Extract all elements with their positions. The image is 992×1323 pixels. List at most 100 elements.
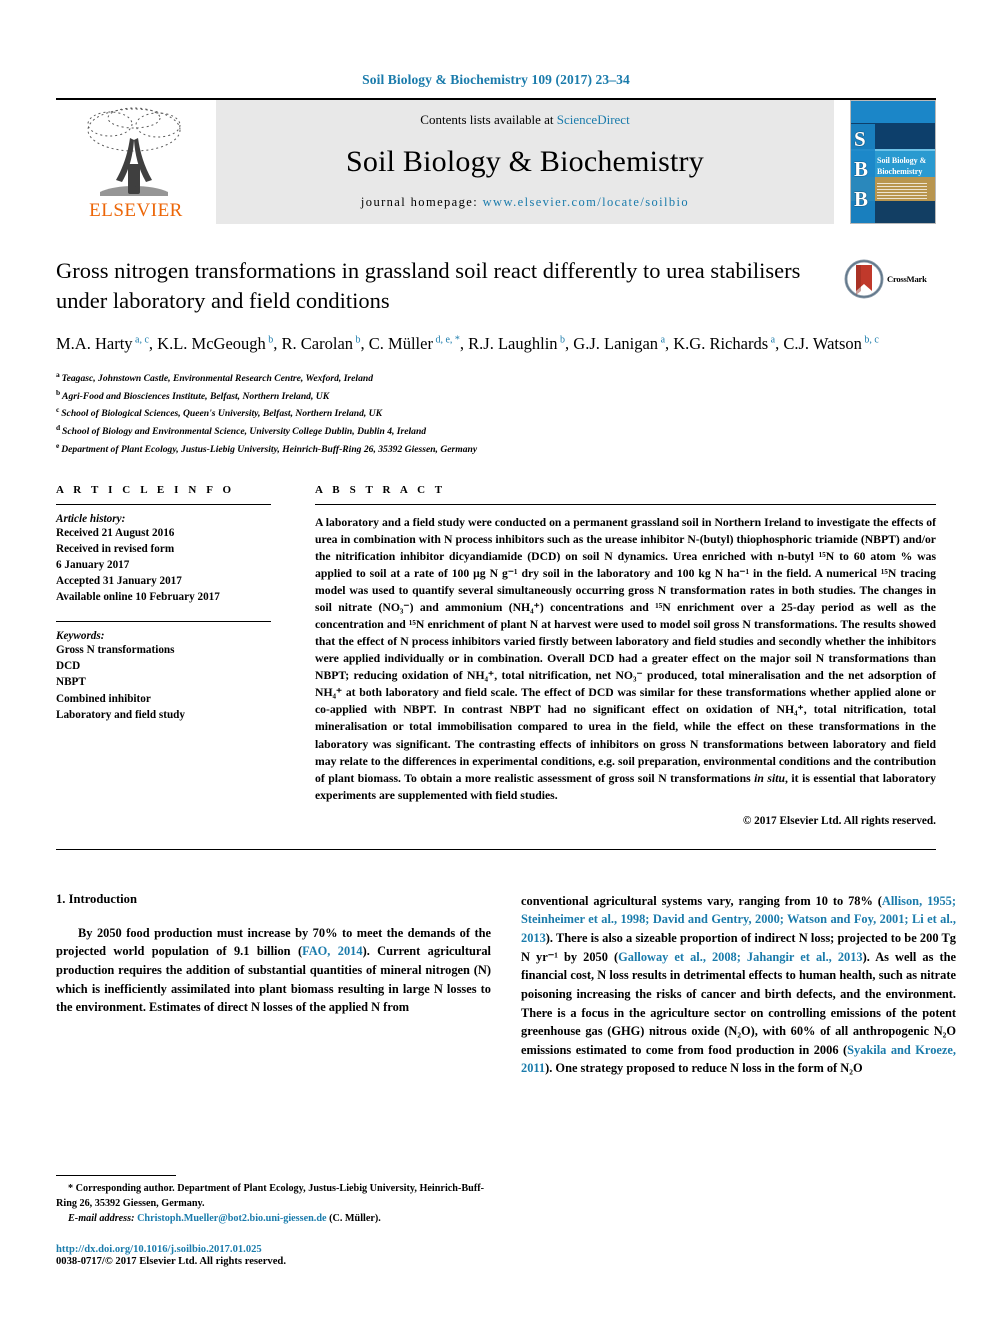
cover-journal-title-line2: Biochemistry (877, 167, 923, 176)
homepage-label: journal homepage: (360, 195, 483, 209)
footnote-rule (56, 1175, 176, 1177)
author-affiliation-mark: a (658, 334, 666, 346)
keyword-item: Gross N transformations (56, 644, 175, 657)
introduction-paragraph-right: conventional agricultural systems vary, … (521, 893, 957, 1076)
doi-link[interactable]: http://dx.doi.org/10.1016/j.soilbio.2017… (56, 1244, 491, 1255)
citation-link[interactable]: Allison, 1955; Steinheimer et al., 1998;… (521, 894, 956, 945)
citation-link[interactable]: Syakila and Kroeze, 2011 (521, 1043, 956, 1076)
author-name: C.J. Watson (783, 334, 862, 354)
journal-masthead: ELSEVIER Contents lists available at Sci… (56, 98, 936, 224)
author-affiliation-mark: a (768, 334, 776, 346)
journal-homepage-line: journal homepage: www.elsevier.com/locat… (361, 195, 689, 210)
homepage-url-link[interactable]: www.elsevier.com/locate/soilbio (483, 195, 689, 209)
abstract-column: A B S T R A C T A laboratory and a field… (315, 484, 936, 827)
affiliation-item: c School of Biological Sciences, Queen's… (56, 404, 936, 422)
keywords-list: Gross N transformations DCD NBPT Combined i… (56, 642, 271, 723)
author-affiliation-mark: b (557, 334, 566, 346)
article-history-item: Received 21 August 2016 (56, 526, 175, 539)
article-history-item: Accepted 31 January 2017 (56, 574, 182, 587)
affiliation-list: a Teagasc, Johnstown Castle, Environment… (56, 369, 936, 458)
affiliation-item: b Agri-Food and Biosciences Institute, B… (56, 387, 936, 405)
body-column-right: conventional agricultural systems vary, … (521, 892, 956, 1078)
author-affiliation-mark: b (265, 334, 274, 346)
info-abstract-section: A R T I C L E I N F O Article history: R… (56, 484, 936, 827)
article-history-item: Available online 10 February 2017 (56, 591, 220, 604)
body-columns: 1. Introduction By 2050 food production … (56, 892, 956, 1078)
cover-letter-b1: B (854, 157, 869, 181)
article-history-list: Received 21 August 2016 Received in revis… (56, 525, 271, 606)
article-history-item: 6 January 2017 (56, 558, 130, 571)
cover-letter-s: S (854, 127, 866, 151)
article-info-column: A R T I C L E I N F O Article history: R… (56, 484, 271, 827)
corresponding-author-note: * Corresponding author. Department of Pl… (56, 1183, 484, 1210)
contents-line: Contents lists available at ScienceDirec… (420, 112, 629, 128)
cover-letter-b2: B (854, 187, 869, 211)
cover-journal-title-line1: Soil Biology & (877, 156, 927, 165)
author-name: K.L. McGeough (157, 334, 266, 354)
article-info-rule (56, 503, 271, 505)
cover-text-lines (877, 183, 927, 201)
journal-title: Soil Biology & Biochemistry (346, 144, 704, 178)
article-history-item: Received in revised form (56, 542, 175, 555)
section-divider (56, 848, 936, 850)
citation-link[interactable]: Galloway et al., 2008; Jahangir et al., … (618, 950, 863, 964)
affiliation-text: School of Biology and Environmental Scie… (62, 426, 427, 438)
author-affiliation-mark: d, e, * (432, 334, 460, 346)
keywords-label: Keywords: (56, 630, 105, 643)
crossmark-icon (844, 259, 884, 299)
author-name: G.J. Lanigan (573, 334, 659, 354)
title-block: Gross nitrogen transformations in grassl… (56, 256, 936, 458)
author-affiliation-mark: b (353, 334, 361, 346)
affiliation-item: d School of Biology and Environmental Sc… (56, 422, 936, 440)
author-name: M.A. Harty (56, 334, 133, 354)
abstract-copyright: © 2017 Elsevier Ltd. All rights reserved… (742, 814, 936, 827)
keyword-item: DCD (56, 660, 81, 673)
latin-phrase: in situ (754, 771, 785, 785)
doi-block: http://dx.doi.org/10.1016/j.soilbio.2017… (56, 1244, 491, 1267)
journal-cover-thumbnail: S B B Soil Biology & Biochemistry (850, 100, 936, 224)
author-name: K.G. Richards (673, 334, 769, 354)
cover-band-top (851, 101, 935, 123)
article-history-label: Article history: (56, 512, 126, 525)
abstract-rule (315, 503, 936, 505)
page-title: Gross nitrogen transformations in grassl… (56, 258, 801, 313)
affiliation-text: School of Biological Sciences, Queen's U… (61, 408, 382, 420)
email-link[interactable]: Christoph.Mueller@bot2.bio.uni-giessen.d… (137, 1213, 326, 1224)
author-affiliation-mark: b, c (861, 334, 879, 346)
keyword-item: Combined inhibitor (56, 692, 151, 705)
running-head: Soil Biology & Biochemistry 109 (2017) 2… (362, 72, 630, 87)
keywords-block: Keywords: Gross N transformations DCD NBPT… (56, 621, 271, 723)
footnote-area: * Corresponding author. Department of Pl… (56, 1175, 491, 1267)
elsevier-wordmark: ELSEVIER (87, 200, 185, 222)
crossmark-label: CrossMark (887, 274, 927, 284)
keyword-item: Laboratory and field study (56, 708, 185, 721)
affiliation-item: a Teagasc, Johnstown Castle, Environment… (56, 369, 936, 387)
affiliation-text: Department of Plant Ecology, Justus-Lieb… (61, 444, 478, 455)
email-note: E-mail address: Christoph.Mueller@bot2.b… (56, 1212, 491, 1227)
masthead-center: Contents lists available at ScienceDirec… (216, 100, 834, 224)
introduction-heading: 1. Introduction (56, 891, 137, 906)
sciencedirect-link[interactable]: ScienceDirect (557, 112, 630, 127)
crossmark-badge[interactable]: CrossMark (844, 258, 936, 300)
email-owner: (C. Müller). (329, 1213, 381, 1225)
contents-prefix: Contents lists available at (420, 112, 557, 127)
body-column-left: 1. Introduction By 2050 food production … (56, 892, 491, 1078)
elsevier-tree-icon (87, 107, 181, 196)
issn-copyright-line: 0038-0717/© 2017 Elsevier Ltd. All right… (56, 1256, 286, 1267)
elsevier-logo: ELSEVIER (56, 100, 216, 224)
author-name: R. Carolan (281, 334, 354, 354)
author-list: M.A. Harty a, c, K.L. McGeough b, R. Car… (56, 334, 879, 354)
introduction-paragraph-left: By 2050 food production must increase by… (56, 925, 492, 1015)
affiliation-text: Agri-Food and Biosciences Institute, Bel… (62, 390, 330, 402)
article-info-heading: A R T I C L E I N F O (56, 483, 235, 496)
keywords-rule (56, 621, 271, 623)
email-label: E-mail address: (68, 1213, 135, 1225)
journal-article-page: Soil Biology & Biochemistry 109 (2017) 2… (0, 0, 992, 1323)
author-affiliation-mark: a, c (132, 334, 149, 346)
keyword-item: NBPT (56, 676, 86, 689)
citation-link[interactable]: FAO, 2014 (302, 944, 363, 958)
abstract-text: A laboratory and a field study were cond… (315, 515, 936, 802)
author-name: C. Müller (368, 334, 433, 354)
affiliation-text: Teagasc, Johnstown Castle, Environmental… (61, 373, 374, 385)
author-name: R.J. Laughlin (468, 334, 558, 354)
